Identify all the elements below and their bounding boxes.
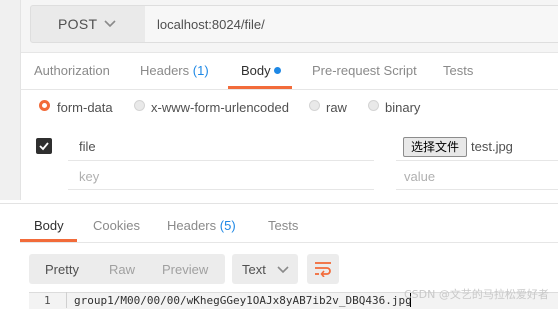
radio-form-data-label: form-data — [57, 100, 113, 115]
tab-tests[interactable]: Tests — [443, 63, 473, 78]
radio-binary[interactable] — [368, 100, 379, 111]
line-gutter-divider — [66, 292, 67, 308]
url-text: localhost:8024/file/ — [157, 17, 265, 32]
chosen-file-name: test.jpg — [471, 139, 513, 154]
tab-body[interactable]: Body — [241, 63, 271, 78]
radio-urlencoded[interactable] — [134, 100, 145, 111]
response-tabs-divider — [20, 242, 558, 243]
body-modified-dot-icon — [274, 67, 281, 74]
watermark: CSDN @文艺的马拉松爱好者 — [404, 288, 549, 301]
checkmark-icon — [39, 142, 49, 151]
key-cell-divider — [68, 189, 374, 190]
response-tab-headers-count: (5) — [219, 218, 236, 233]
tab-headers-label: Headers — [140, 63, 190, 78]
view-pretty-button[interactable]: Pretty — [45, 262, 79, 277]
wrap-lines-button[interactable] — [307, 254, 339, 284]
choose-file-button[interactable]: 选择文件 — [403, 137, 467, 157]
wrap-lines-icon — [315, 262, 331, 277]
row-enable-checkbox[interactable] — [36, 138, 52, 154]
value-cell-divider — [396, 160, 558, 161]
response-tab-cookies[interactable]: Cookies — [93, 218, 140, 233]
radio-raw-label: raw — [326, 100, 347, 115]
form-key-input[interactable]: file — [79, 139, 96, 154]
key-cell-divider — [68, 160, 374, 161]
method-label: POST — [58, 16, 98, 32]
line-number: 1 — [44, 294, 51, 307]
side-panel-edge — [0, 0, 21, 200]
view-raw-button[interactable]: Raw — [109, 262, 135, 277]
radio-urlencoded-label: x-www-form-urlencoded — [151, 100, 289, 115]
new-value-input[interactable]: value — [404, 169, 435, 184]
chevron-down-icon — [104, 20, 116, 28]
response-tab-body[interactable]: Body — [34, 218, 64, 233]
response-tab-headers[interactable]: Headers (5) — [167, 218, 236, 233]
response-body-text: group1/M00/00/00/wKhegGGey1OAJx8yAB7ib2v… — [74, 294, 412, 307]
view-preview-button[interactable]: Preview — [162, 262, 208, 277]
tab-authorization[interactable]: Authorization — [34, 63, 110, 78]
radio-binary-label: binary — [385, 100, 421, 115]
tab-pre-request-script[interactable]: Pre-request Script — [312, 63, 417, 78]
response-tab-headers-label: Headers — [167, 218, 217, 233]
tab-headers-count: (1) — [192, 63, 209, 78]
radio-form-data[interactable] — [39, 100, 50, 111]
value-cell-divider — [396, 189, 558, 190]
chevron-down-icon — [277, 266, 289, 274]
radio-raw[interactable] — [309, 100, 320, 111]
tab-headers[interactable]: Headers (1) — [140, 63, 209, 78]
tabs-divider — [20, 89, 558, 90]
format-label: Text — [242, 262, 266, 277]
response-tab-tests[interactable]: Tests — [268, 218, 298, 233]
new-key-input[interactable]: key — [79, 169, 99, 184]
